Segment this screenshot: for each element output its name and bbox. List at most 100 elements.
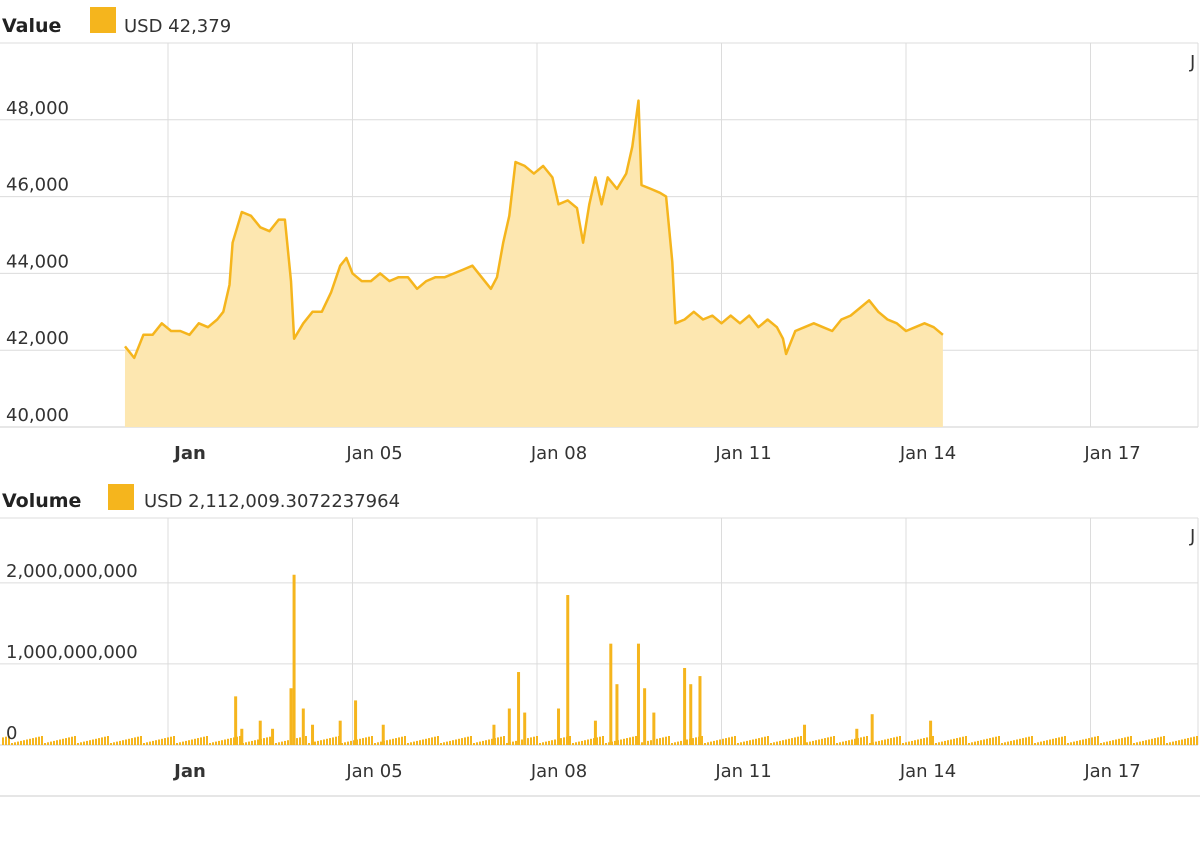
baseline-volume-bar (974, 741, 976, 745)
volume-bar[interactable] (381, 724, 385, 745)
baseline-volume-bar (740, 742, 742, 745)
volume-bar[interactable] (615, 684, 619, 745)
baseline-volume-bar (458, 738, 460, 745)
baseline-volume-bar (743, 741, 745, 745)
volume-bar[interactable] (689, 684, 693, 745)
baseline-volume-bar (377, 742, 379, 745)
baseline-volume-bar (56, 740, 58, 745)
baseline-volume-bar (830, 736, 832, 745)
baseline-volume-bar (1040, 741, 1042, 745)
baseline-volume-bar (938, 742, 940, 745)
baseline-volume-bar (842, 741, 844, 745)
baseline-volume-bar (791, 738, 793, 745)
baseline-volume-bar (446, 741, 448, 745)
baseline-volume-bar (707, 742, 709, 745)
baseline-volume-bar (128, 738, 130, 745)
volume-bar[interactable] (557, 708, 561, 745)
volume-bar[interactable] (234, 696, 238, 745)
baseline-volume-bar (425, 738, 427, 745)
baseline-volume-bar (1130, 736, 1132, 745)
baseline-volume-bar (860, 737, 862, 745)
volume-bar[interactable] (855, 728, 859, 745)
volume-bar[interactable] (354, 700, 358, 745)
volume-bar[interactable] (258, 720, 262, 745)
volume-bar[interactable] (292, 574, 296, 745)
baseline-volume-bar (347, 741, 349, 745)
baseline-volume-bar (725, 738, 727, 745)
baseline-volume-bar (914, 740, 916, 745)
baseline-volume-bar (710, 741, 712, 745)
baseline-volume-bar (38, 736, 40, 745)
baseline-volume-bar (296, 738, 298, 745)
baseline-volume-bar (107, 736, 109, 745)
baseline-volume-bar (749, 740, 751, 745)
baseline-volume-bar (779, 740, 781, 745)
baseline-volume-bar (1025, 737, 1027, 745)
x-tick-label: Jan 17 (1083, 761, 1140, 782)
baseline-volume-bar (983, 739, 985, 745)
baseline-volume-bar (332, 737, 334, 745)
baseline-volume-bar (758, 738, 760, 745)
volume-bar[interactable] (517, 672, 521, 745)
baseline-volume-bar (932, 736, 934, 745)
value-right-edge-marker: J (1189, 52, 1195, 73)
baseline-volume-bar (1127, 736, 1129, 745)
volume-bar[interactable] (566, 595, 570, 745)
baseline-volume-bar (1106, 741, 1108, 745)
volume-bar[interactable] (289, 688, 293, 745)
baseline-volume-bar (488, 739, 490, 745)
baseline-volume-bar (326, 738, 328, 745)
baseline-volume-bar (149, 741, 151, 745)
volume-bar[interactable] (338, 720, 342, 745)
volume-bar[interactable] (593, 720, 597, 745)
baseline-volume-bar (839, 742, 841, 745)
value-legend-label: USD 42,379 (124, 16, 231, 37)
volume-bar[interactable] (271, 728, 275, 745)
baseline-volume-bar (911, 740, 913, 745)
baseline-volume-bar (1109, 740, 1111, 745)
value-panel: Value USD 42,379 J 40,000 42,000 44,000 46,… (0, 7, 1199, 464)
baseline-volume-bar (806, 742, 808, 745)
baseline-volume-bar (980, 740, 982, 745)
baseline-volume-bar (50, 741, 52, 745)
baseline-volume-bar (809, 741, 811, 745)
volume-bar[interactable] (683, 667, 687, 745)
volume-bar[interactable] (301, 708, 305, 745)
baseline-volume-bar (65, 738, 67, 745)
volume-bar[interactable] (523, 712, 527, 745)
volume-right-edge-marker: J (1189, 526, 1195, 547)
volume-bar[interactable] (698, 676, 702, 745)
baseline-volume-bar (110, 743, 112, 745)
volume-legend-swatch[interactable] (108, 484, 134, 510)
volume-bar[interactable] (643, 688, 647, 745)
baseline-volume-bar (818, 739, 820, 745)
baseline-volume-bar (863, 736, 865, 745)
volume-bar[interactable] (803, 724, 807, 745)
volume-bar[interactable] (652, 712, 656, 745)
baseline-volume-bar (785, 739, 787, 745)
baseline-volume-bar (323, 739, 325, 745)
volume-bar[interactable] (492, 724, 496, 745)
baseline-volume-bar (959, 737, 961, 745)
value-area-fill (124, 100, 943, 427)
baseline-volume-bar (188, 740, 190, 745)
baseline-volume-bar (641, 742, 643, 745)
baseline-volume-bar (989, 738, 991, 745)
baseline-volume-bar (875, 741, 877, 745)
volume-legend-label: USD 2,112,009.3072237964 (144, 491, 400, 512)
value-legend-swatch[interactable] (90, 7, 116, 33)
volume-bar[interactable] (240, 728, 244, 745)
volume-bar[interactable] (636, 643, 640, 745)
baseline-volume-bar (125, 739, 127, 745)
volume-bar[interactable] (507, 708, 511, 745)
volume-bar[interactable] (609, 643, 613, 745)
baseline-volume-bar (389, 739, 391, 745)
volume-bar[interactable] (311, 724, 315, 745)
baseline-volume-bar (134, 737, 136, 745)
x-tick-label: Jan 11 (714, 443, 771, 464)
baseline-volume-bar (173, 736, 175, 745)
volume-bar[interactable] (929, 720, 933, 745)
baseline-volume-bar (1124, 737, 1126, 745)
baseline-volume-bar (569, 736, 571, 745)
volume-bar[interactable] (870, 714, 874, 745)
